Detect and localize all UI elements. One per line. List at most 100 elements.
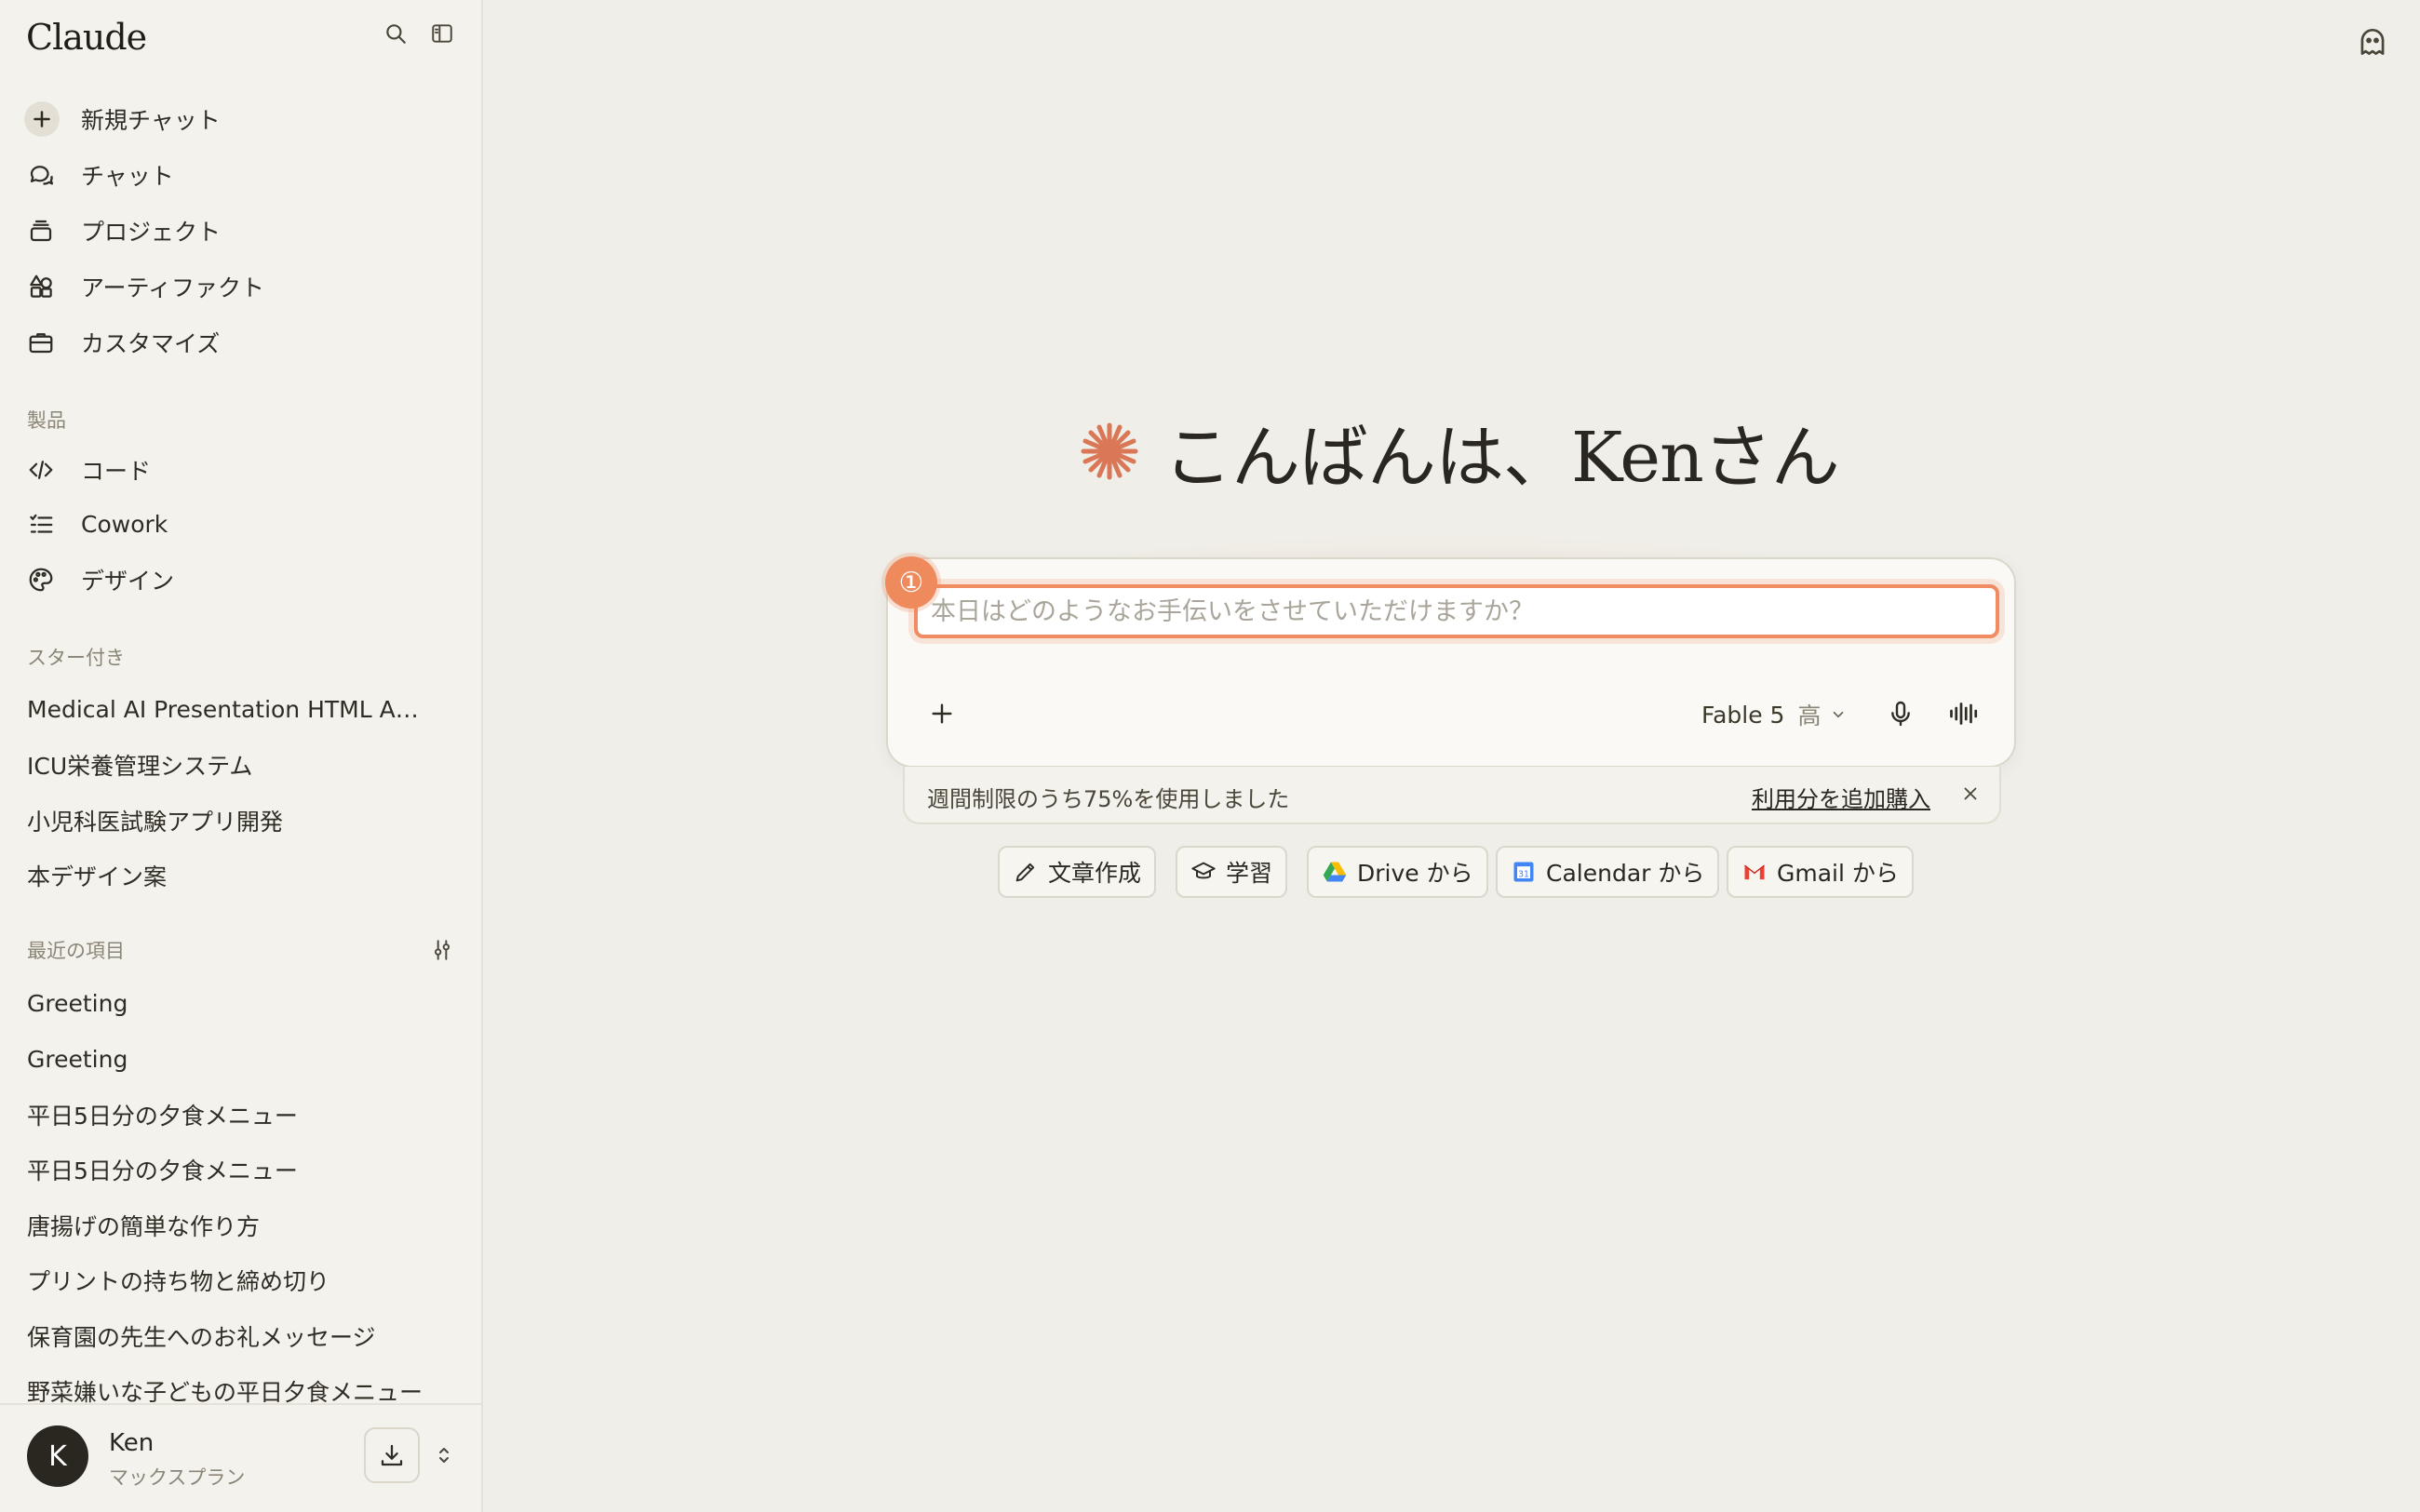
starred-item[interactable]: 小児科医試験アプリ開発 <box>0 793 483 849</box>
close-icon[interactable] <box>1956 780 1984 808</box>
sidebar-item-label: チャット <box>81 163 174 190</box>
starred-item-title: ICU栄養管理システム <box>27 753 253 781</box>
app-logo[interactable]: Claude <box>26 17 147 58</box>
starred-item-title: 本デザイン案 <box>27 863 168 891</box>
claude-spark-icon <box>1081 422 1138 480</box>
starred-list: Medical AI Presentation HTML Analysis IC… <box>0 682 483 903</box>
filter-sliders-icon[interactable] <box>426 934 458 966</box>
recent-item[interactable]: Greeting <box>0 1032 483 1088</box>
recent-item-title: 平日5日分の夕食メニュー <box>27 1157 298 1185</box>
chip-write[interactable]: 文章作成 <box>998 846 1157 898</box>
chip-learn[interactable]: 学習 <box>1176 846 1288 898</box>
sidebar-item-label: プロジェクト <box>81 219 222 246</box>
sidebar-item-cowork[interactable]: Cowork <box>0 497 483 552</box>
pencil-icon <box>1015 863 1035 882</box>
recent-item-title: 保育園の先生へのお礼メッセージ <box>27 1323 376 1351</box>
google-drive-icon <box>1323 862 1347 882</box>
section-label-recent: 最近の項目 <box>27 940 125 962</box>
section-label-starred: スター付き <box>27 647 125 669</box>
recent-item-title: 唐揚げの簡単な作り方 <box>27 1212 261 1240</box>
sidebar-item-label: カスタマイズ <box>81 330 221 357</box>
recent-list: Greeting Greeting 平日5日分の夕食メニュー 平日5日分の夕食メ… <box>0 976 483 1419</box>
gmail-icon <box>1744 864 1765 880</box>
plus-icon <box>24 101 60 137</box>
user-menu[interactable]: K Ken マックスプラン <box>0 1403 481 1512</box>
chip-label: Calendar から <box>1546 860 1705 887</box>
download-button[interactable] <box>364 1427 420 1483</box>
graduation-cap-icon <box>1191 862 1216 879</box>
sidebar-item-label: Cowork <box>81 511 168 538</box>
sidebar-item-code[interactable]: コード <box>0 442 483 497</box>
sidebar-item-label: 新規チャット <box>81 107 221 134</box>
recent-item[interactable]: 平日5日分の夕食メニュー <box>0 1087 483 1143</box>
user-name: Ken <box>109 1429 155 1457</box>
usage-text: 週間制限のうち75%を使用しました <box>927 786 1290 812</box>
effort-level: 高 <box>1797 702 1822 729</box>
code-icon <box>26 455 56 485</box>
step-badge: ① <box>885 556 937 609</box>
prompt-input[interactable] <box>914 584 1999 638</box>
shapes-icon <box>26 272 56 301</box>
usage-banner: 週間制限のうち75%を使用しました 利用分を追加購入 <box>903 767 2001 824</box>
microphone-icon <box>1891 701 1910 727</box>
palette-icon <box>26 565 56 595</box>
microphone-button[interactable] <box>1880 693 1921 734</box>
chip-label: Drive から <box>1357 860 1473 887</box>
briefcase-icon <box>26 328 56 357</box>
chat-bubbles-icon <box>26 160 56 190</box>
starred-item-title: 小児科医試験アプリ開発 <box>27 808 284 836</box>
products-nav: コード Cowork デザイン <box>0 442 483 607</box>
recent-item[interactable]: 平日5日分の夕食メニュー <box>0 1143 483 1198</box>
chip-drive[interactable]: Drive から <box>1307 846 1488 898</box>
model-selector[interactable]: Fable 5 高 <box>1701 696 1847 733</box>
add-attachment-button[interactable] <box>921 693 962 734</box>
recent-item-title: プリントの持ち物と締め切り <box>27 1268 330 1296</box>
google-calendar-icon: 31 <box>1513 862 1534 882</box>
chip-label: 文章作成 <box>1048 860 1142 887</box>
user-plan: マックスプラン <box>109 1466 246 1489</box>
recent-item-title: Greeting <box>27 1045 128 1073</box>
download-icon <box>381 1444 403 1466</box>
chip-label: Gmail から <box>1777 860 1899 887</box>
chevron-down-icon <box>1834 711 1844 718</box>
sidebar-item-chats[interactable]: チャット <box>0 147 483 203</box>
avatar[interactable]: K <box>27 1425 88 1487</box>
sidebar-item-projects[interactable]: プロジェクト <box>0 203 483 259</box>
main-nav: 新規チャット チャット プロジェクト アーティファクト カスタマイズ <box>0 91 483 370</box>
starred-item[interactable]: 本デザイン案 <box>0 849 483 904</box>
checklist-icon <box>26 510 56 540</box>
voice-mode-button[interactable] <box>1943 693 1984 734</box>
sidebar-item-design[interactable]: デザイン <box>0 552 483 607</box>
greeting: こんばんは、Kenさん <box>1080 409 1840 498</box>
sidebar-item-new-chat[interactable]: 新規チャット <box>0 91 483 147</box>
folder-stack-icon <box>26 216 56 246</box>
svg-text:31: 31 <box>1518 869 1529 879</box>
ghost-mode-icon[interactable] <box>2355 24 2390 60</box>
starred-item[interactable]: ICU栄養管理システム <box>0 738 483 794</box>
recent-item[interactable]: 保育園の先生へのお礼メッセージ <box>0 1308 483 1364</box>
recent-item[interactable]: Greeting <box>0 976 483 1032</box>
recent-item-title: Greeting <box>27 990 128 1018</box>
sidebar-toggle-icon[interactable] <box>422 13 463 54</box>
sidebar: Claude 新規チャット チャット プロジェクト アーティファクト カスタマイ… <box>0 0 483 1512</box>
recent-item[interactable]: プリントの持ち物と締め切り <box>0 1253 483 1309</box>
sidebar-item-label: コード <box>81 457 152 485</box>
sidebar-item-label: アーティファクト <box>81 274 265 301</box>
sidebar-item-artifacts[interactable]: アーティファクト <box>0 259 483 314</box>
plus-icon <box>932 703 952 724</box>
chip-label: 学習 <box>1226 860 1273 887</box>
sidebar-header: Claude <box>0 0 483 84</box>
starred-item-title: Medical AI Presentation HTML Analysis <box>27 696 427 724</box>
chip-calendar[interactable]: 31 Calendar から <box>1496 846 1720 898</box>
sidebar-item-customize[interactable]: カスタマイズ <box>0 314 483 370</box>
chevron-up-down-icon[interactable] <box>430 1438 458 1472</box>
search-icon[interactable] <box>375 13 416 54</box>
recent-item[interactable]: 唐揚げの簡単な作り方 <box>0 1198 483 1253</box>
buy-more-usage-link[interactable]: 利用分を追加購入 <box>1752 781 1930 813</box>
chip-gmail[interactable]: Gmail から <box>1727 846 1914 898</box>
starred-item[interactable]: Medical AI Presentation HTML Analysis <box>0 682 483 738</box>
model-name: Fable 5 <box>1701 701 1785 729</box>
recent-item-title: 平日5日分の夕食メニュー <box>27 1102 298 1130</box>
sidebar-item-label: デザイン <box>81 567 175 595</box>
greeting-text: こんばんは、Kenさん <box>1163 417 1840 498</box>
